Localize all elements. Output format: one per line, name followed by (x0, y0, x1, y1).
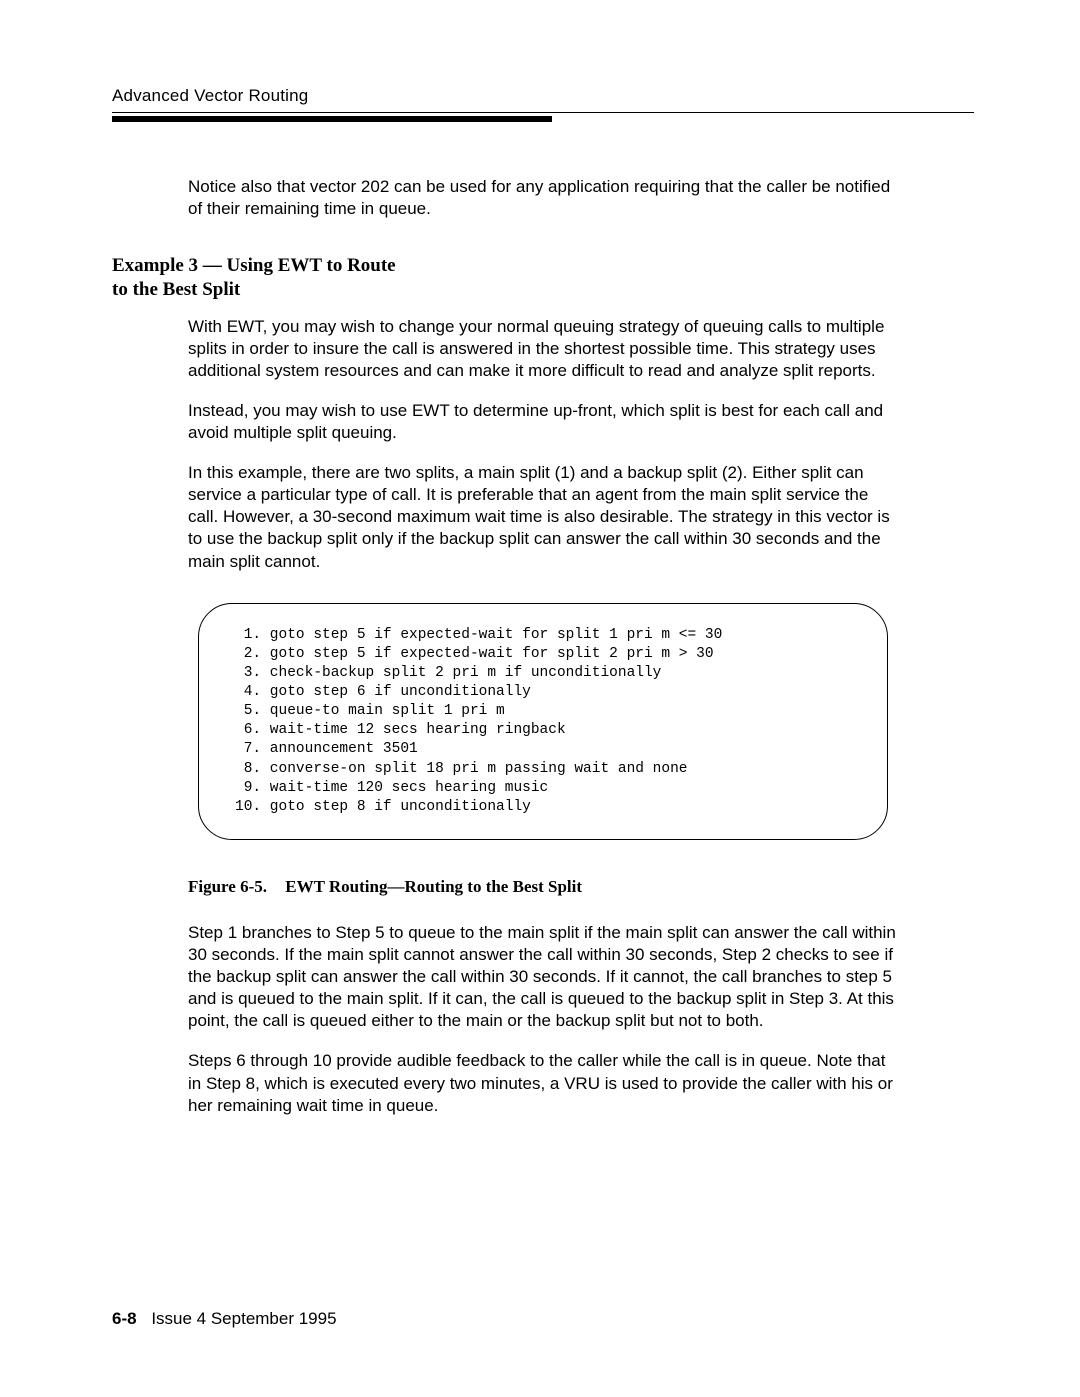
example-3-heading: Example 3 — Using EWT to Route to the Be… (112, 254, 412, 302)
running-header: Advanced Vector Routing (112, 86, 974, 106)
vector-code-frame: 1. goto step 5 if expected-wait for spli… (198, 603, 888, 840)
paragraph-2: Instead, you may wish to use EWT to dete… (188, 400, 898, 444)
page-number: 6-8 (112, 1309, 137, 1328)
page-footer: 6-8 Issue 4 September 1995 (112, 1309, 337, 1329)
issue-text: Issue 4 September 1995 (151, 1309, 336, 1328)
vector-code: 1. goto step 5 if expected-wait for spli… (235, 626, 859, 817)
figure-title: EWT Routing—Routing to the Best Split (285, 877, 582, 896)
paragraph-3: In this example, there are two splits, a… (188, 462, 898, 572)
paragraph-1: With EWT, you may wish to change your no… (188, 316, 898, 382)
header-rule-thin (112, 112, 974, 113)
page: Advanced Vector Routing Notice also that… (0, 0, 1080, 1397)
paragraph-5: Steps 6 through 10 provide audible feedb… (188, 1050, 898, 1116)
paragraph-4: Step 1 branches to Step 5 to queue to th… (188, 922, 898, 1032)
figure-caption: Figure 6-5. EWT Routing—Routing to the B… (188, 876, 898, 898)
intro-paragraph: Notice also that vector 202 can be used … (188, 176, 898, 220)
header-rule-thick (112, 116, 552, 122)
figure-label: Figure 6-5. (188, 877, 267, 896)
